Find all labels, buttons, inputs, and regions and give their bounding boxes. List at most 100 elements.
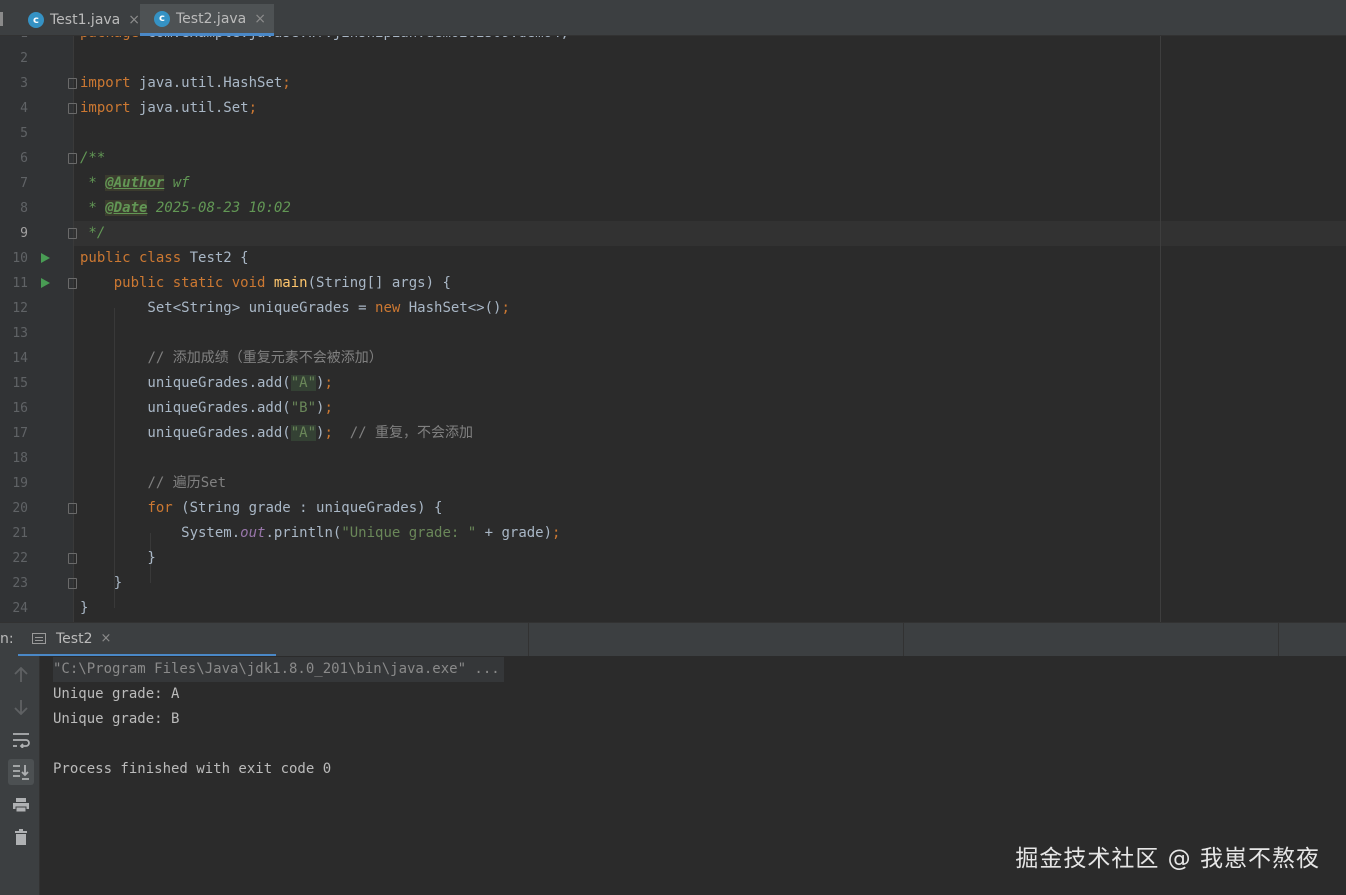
- code-line[interactable]: 5: [0, 121, 1346, 146]
- code-text: uniqueGrades.add("B");: [80, 400, 333, 416]
- code-line[interactable]: 17 uniqueGrades.add("A"); // 重复，不会添加: [0, 421, 1346, 446]
- line-number[interactable]: 16: [0, 396, 28, 421]
- code-line[interactable]: 4 import java.util.Set;: [0, 96, 1346, 121]
- run-tab-test2[interactable]: Test2 ×: [18, 623, 276, 657]
- up-arrow-icon[interactable]: [8, 662, 34, 688]
- run-tool-window-header: n: Test2 ×: [0, 622, 1346, 657]
- code-line[interactable]: 14 // 添加成绩（重复元素不会被添加）: [0, 346, 1346, 371]
- fold-icon[interactable]: [68, 78, 77, 89]
- code-line[interactable]: 21 System.out.println("Unique grade: " +…: [0, 521, 1346, 546]
- line-number[interactable]: 6: [0, 146, 28, 171]
- code-line[interactable]: 20 for (String grade : uniqueGrades) {: [0, 496, 1346, 521]
- code-line[interactable]: 13: [0, 321, 1346, 346]
- code-text: */: [80, 225, 106, 241]
- line-number[interactable]: 2: [0, 46, 28, 71]
- fold-icon[interactable]: [68, 278, 77, 289]
- line-number[interactable]: 21: [0, 521, 28, 546]
- code-line[interactable]: 16 uniqueGrades.add("B");: [0, 396, 1346, 421]
- code-line[interactable]: 22 }: [0, 546, 1346, 571]
- watermark: 掘金技术社区 @ 我崽不熬夜: [1015, 846, 1320, 872]
- code-line[interactable]: 18: [0, 446, 1346, 471]
- tab-test2[interactable]: c Test2.java ×: [140, 4, 274, 36]
- java-class-icon: c: [154, 10, 170, 27]
- soft-wrap-icon[interactable]: [8, 727, 34, 753]
- code-text: package com.example.javase.wf.jinshipian…: [80, 36, 569, 46]
- line-number[interactable]: 23: [0, 571, 28, 596]
- code-text: * @Date 2025-08-23 10:02: [80, 200, 291, 216]
- code-text: for (String grade : uniqueGrades) {: [147, 500, 443, 516]
- code-line[interactable]: 3 import java.util.HashSet;: [0, 71, 1346, 96]
- line-number[interactable]: 11: [0, 271, 28, 296]
- line-number[interactable]: 10: [0, 246, 28, 271]
- line-number[interactable]: 14: [0, 346, 28, 371]
- code-text: }: [80, 600, 89, 616]
- fold-icon[interactable]: [68, 578, 77, 589]
- code-line[interactable]: 6 /**: [0, 146, 1346, 171]
- code-line[interactable]: 11 public static void main(String[] args…: [0, 271, 1346, 296]
- code-text: // 遍历Set: [147, 475, 227, 491]
- code-text: }: [80, 550, 156, 566]
- fold-icon[interactable]: [68, 153, 77, 164]
- line-number[interactable]: 20: [0, 496, 28, 521]
- run-side-toolbar: [0, 656, 40, 895]
- trash-icon[interactable]: [8, 824, 34, 850]
- close-icon[interactable]: ×: [254, 11, 266, 27]
- print-icon[interactable]: [8, 792, 34, 818]
- code-line[interactable]: 2: [0, 46, 1346, 71]
- line-number[interactable]: 12: [0, 296, 28, 321]
- code-text: uniqueGrades.add("A");: [80, 375, 333, 391]
- scroll-to-end-icon[interactable]: [8, 759, 34, 785]
- java-class-icon: c: [28, 12, 44, 28]
- tab-scroll-indicator: [0, 12, 3, 26]
- fold-icon[interactable]: [68, 103, 77, 114]
- code-line[interactable]: 23 }: [0, 571, 1346, 596]
- console-exit-line: Process finished with exit code 0: [53, 761, 332, 777]
- code-text: System.out.println("Unique grade: " + gr…: [80, 525, 561, 541]
- code-line[interactable]: 10 public class Test2 {: [0, 246, 1346, 271]
- line-number[interactable]: 3: [0, 71, 28, 96]
- fold-icon[interactable]: [68, 228, 77, 239]
- console-command-line[interactable]: "C:\Program Files\Java\jdk1.8.0_201\bin\…: [53, 657, 504, 682]
- tab-label: Test2.java: [176, 10, 247, 27]
- console-icon: [32, 633, 46, 644]
- code-text: Set<String> uniqueGrades = new HashSet<>…: [80, 300, 510, 316]
- code-line[interactable]: 9 */: [0, 221, 1346, 246]
- header-divider: [1278, 623, 1279, 657]
- line-number[interactable]: 13: [0, 321, 28, 346]
- line-number[interactable]: 9: [0, 221, 28, 246]
- line-number[interactable]: 19: [0, 471, 28, 496]
- code-line[interactable]: 24}: [0, 596, 1346, 621]
- header-divider: [903, 623, 904, 657]
- fold-icon[interactable]: [68, 553, 77, 564]
- down-arrow-icon[interactable]: [8, 694, 34, 720]
- code-text: /**: [80, 150, 106, 166]
- close-icon[interactable]: ×: [128, 12, 140, 28]
- run-label: n:: [0, 631, 14, 647]
- header-divider: [528, 623, 529, 657]
- close-icon[interactable]: ×: [100, 631, 111, 646]
- code-line[interactable]: 7 * @Author wf: [0, 171, 1346, 196]
- tab-test1[interactable]: c Test1.java ×: [14, 4, 148, 36]
- line-number[interactable]: 15: [0, 371, 28, 396]
- line-number[interactable]: 8: [0, 196, 28, 221]
- run-gutter-icon[interactable]: [41, 278, 50, 288]
- code-line[interactable]: 12 Set<String> uniqueGrades = new HashSe…: [0, 296, 1346, 321]
- line-number[interactable]: 7: [0, 171, 28, 196]
- run-gutter-icon[interactable]: [41, 253, 50, 263]
- code-line[interactable]: 8 * @Date 2025-08-23 10:02: [0, 196, 1346, 221]
- code-text: * @Author wf: [80, 175, 190, 191]
- code-line[interactable]: 19 // 遍历Set: [0, 471, 1346, 496]
- code-text: import java.util.Set;: [80, 100, 258, 116]
- line-number[interactable]: 5: [0, 121, 28, 146]
- code-editor[interactable]: 1 package com.example.javase.wf.jinshipia…: [0, 36, 1346, 622]
- code-line[interactable]: 15 uniqueGrades.add("A");: [0, 371, 1346, 396]
- code-text: import java.util.HashSet;: [80, 75, 291, 91]
- line-number[interactable]: 24: [0, 596, 28, 621]
- line-number[interactable]: 4: [0, 96, 28, 121]
- line-number[interactable]: 22: [0, 546, 28, 571]
- line-number[interactable]: 18: [0, 446, 28, 471]
- code-line[interactable]: 1 package com.example.javase.wf.jinshipia…: [0, 36, 1346, 46]
- line-number[interactable]: 1: [0, 36, 28, 46]
- line-number[interactable]: 17: [0, 421, 28, 446]
- fold-icon[interactable]: [68, 503, 77, 514]
